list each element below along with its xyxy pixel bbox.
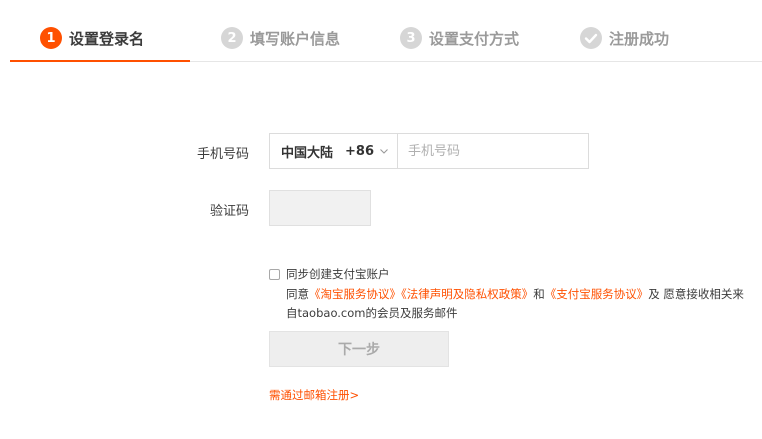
sync-alipay-label: 同步创建支付宝账户 [286, 267, 390, 281]
check-circle-icon [580, 27, 602, 49]
phone-field-group: 中国大陆 +86 [269, 133, 589, 169]
chevron-down-icon [380, 149, 388, 154]
region-name: 中国大陆 [281, 145, 334, 161]
step-registration-success: 注册成功 [580, 24, 669, 52]
sync-alipay-checkbox[interactable] [269, 268, 280, 280]
step-label: 填写账户信息 [250, 29, 341, 48]
email-register-link[interactable]: 需通过邮箱注册> [269, 387, 359, 403]
agreement-prefix: 同意 [286, 287, 309, 301]
step-number-badge: 2 [221, 27, 243, 49]
step-label: 注册成功 [609, 29, 670, 48]
active-step-indicator [10, 60, 190, 62]
next-step-button[interactable]: 下一步 [269, 331, 449, 367]
registration-steps: 1 设置登录名 2 填写账户信息 3 设置支付方式 注册成功 [0, 0, 762, 62]
legal-privacy-policy-link[interactable]: 《法律声明及隐私权政策》 [401, 287, 533, 301]
region-select[interactable]: 中国大陆 +86 [270, 134, 398, 168]
step-number-badge: 3 [400, 27, 422, 49]
step-fill-account-info: 2 填写账户信息 [221, 24, 340, 52]
step-number-badge: 1 [40, 27, 62, 49]
taobao-service-agreement-link[interactable]: 《淘宝服务协议》 [309, 287, 401, 301]
agreement-and: 和 [533, 287, 545, 301]
phone-label: 手机号码 [196, 147, 249, 162]
phone-input[interactable] [398, 134, 588, 168]
alipay-service-agreement-link[interactable]: 《支付宝服务协议》 [545, 287, 649, 301]
captcha-slider[interactable] [269, 190, 371, 226]
step-set-login-name: 1 设置登录名 [40, 24, 144, 52]
sync-alipay-option[interactable]: 同步创建支付宝账户 [269, 266, 390, 282]
region-code: +86 [345, 143, 374, 159]
captcha-label: 验证码 [209, 204, 249, 219]
step-set-payment: 3 设置支付方式 [400, 24, 519, 52]
agreement-text: 同意《淘宝服务协议》《法律声明及隐私权政策》和《支付宝服务协议》及 愿意接收相关… [286, 285, 746, 323]
step-label: 设置支付方式 [429, 29, 520, 48]
step-label: 设置登录名 [69, 29, 145, 48]
